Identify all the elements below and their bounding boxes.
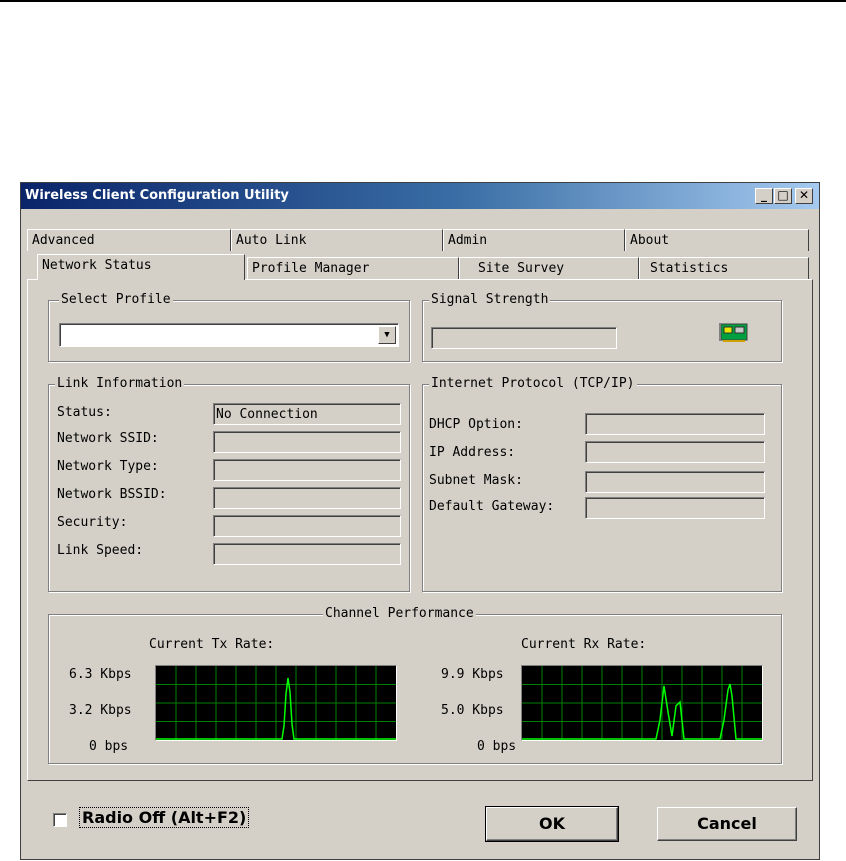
tab-profile-manager[interactable]: Profile Manager (247, 257, 459, 279)
tx-axis-top: 6.3 Kbps (69, 667, 132, 682)
network-bssid-field (213, 487, 401, 509)
link-speed-field (213, 543, 401, 565)
close-icon: ✕ (798, 188, 810, 202)
default-gateway-field (585, 497, 765, 519)
tcpip-group: Internet Protocol (TCP/IP) DHCP Option: … (422, 376, 782, 592)
signal-strength-bar (431, 327, 617, 349)
network-bssid-label: Network BSSID: (57, 487, 167, 502)
minimize-icon: _ (761, 188, 767, 202)
tx-rate-graph (155, 665, 397, 741)
select-profile-group: Select Profile ▼ (48, 292, 410, 362)
tab-label: Admin (448, 233, 488, 248)
dhcp-option-label: DHCP Option: (429, 417, 523, 432)
rx-axis-bottom: 0 bps (477, 739, 517, 754)
tab-label: Statistics (650, 261, 729, 276)
link-information-group: Link Information Status: No Connection N… (48, 376, 410, 592)
tab-label: Advanced (32, 233, 95, 248)
tx-axis-bottom: 0 bps (89, 739, 129, 754)
app-window: Wireless Client Configuration Utility _ … (20, 182, 820, 860)
channel-performance-group: Channel Performance Current Tx Rate: 6.3… (48, 606, 782, 764)
network-type-field (213, 459, 401, 481)
tcpip-legend: Internet Protocol (TCP/IP) (429, 376, 637, 391)
rx-axis-mid: 5.0 Kbps (441, 703, 504, 718)
tab-label: Auto Link (236, 233, 307, 248)
radio-off-checkbox[interactable] (53, 813, 67, 827)
rx-axis-top: 9.9 Kbps (441, 667, 504, 682)
window-title: Wireless Client Configuration Utility (25, 188, 289, 203)
tab-admin[interactable]: Admin (443, 229, 625, 251)
network-type-label: Network Type: (57, 459, 159, 474)
status-field: No Connection (213, 403, 401, 425)
rx-rate-plot (522, 666, 762, 740)
cancel-button[interactable]: Cancel (657, 807, 797, 841)
status-label: Status: (57, 405, 112, 420)
tab-label: Profile Manager (252, 261, 370, 276)
status-value: No Connection (216, 407, 318, 422)
ip-address-field (585, 441, 765, 463)
subnet-mask-field (585, 471, 765, 493)
security-label: Security: (57, 515, 128, 530)
signal-strength-legend: Signal Strength (429, 292, 551, 307)
tx-axis-mid: 3.2 Kbps (69, 703, 132, 718)
close-button[interactable]: ✕ (795, 188, 813, 204)
maximize-icon: □ (777, 188, 789, 202)
rx-rate-title: Current Rx Rate: (521, 637, 647, 652)
radio-off-label[interactable]: Radio Off (Alt+F2) (79, 807, 250, 828)
tab-statistics[interactable]: Statistics (639, 257, 809, 279)
signal-strength-group: Signal Strength (422, 292, 782, 362)
maximize-button[interactable]: □ (774, 188, 792, 204)
tab-network-status[interactable]: Network Status (37, 254, 245, 280)
ip-address-label: IP Address: (429, 445, 516, 460)
tab-auto-link[interactable]: Auto Link (231, 229, 443, 251)
tab-label: Site Survey (478, 261, 565, 276)
profile-select[interactable]: ▼ (59, 323, 399, 347)
dhcp-option-field (585, 413, 765, 435)
link-information-legend: Link Information (55, 376, 185, 391)
rx-rate-graph (521, 665, 763, 741)
ok-button[interactable]: OK (485, 806, 619, 842)
network-card-icon (719, 323, 748, 342)
tab-page-network-status: Select Profile ▼ Signal Strength Link In… (27, 279, 813, 781)
link-speed-label: Link Speed: (57, 543, 144, 558)
subnet-mask-label: Subnet Mask: (429, 473, 523, 488)
tx-rate-title: Current Tx Rate: (149, 637, 275, 652)
minimize-button[interactable]: _ (755, 188, 773, 204)
page-top-rule (0, 0, 846, 2)
network-ssid-label: Network SSID: (57, 431, 159, 446)
security-field (213, 515, 401, 537)
select-profile-legend: Select Profile (59, 292, 173, 307)
tab-label: Network Status (42, 258, 152, 273)
tab-label: About (630, 233, 670, 248)
channel-performance-legend: Channel Performance (323, 606, 476, 621)
network-ssid-field (213, 431, 401, 453)
tx-rate-plot (156, 666, 396, 740)
tab-site-survey[interactable]: Site Survey (459, 257, 639, 279)
tab-advanced[interactable]: Advanced (27, 229, 231, 251)
tab-about[interactable]: About (625, 229, 809, 251)
chevron-down-icon[interactable]: ▼ (378, 326, 396, 344)
title-bar[interactable]: Wireless Client Configuration Utility _ … (21, 183, 819, 209)
default-gateway-label: Default Gateway: (429, 499, 555, 514)
